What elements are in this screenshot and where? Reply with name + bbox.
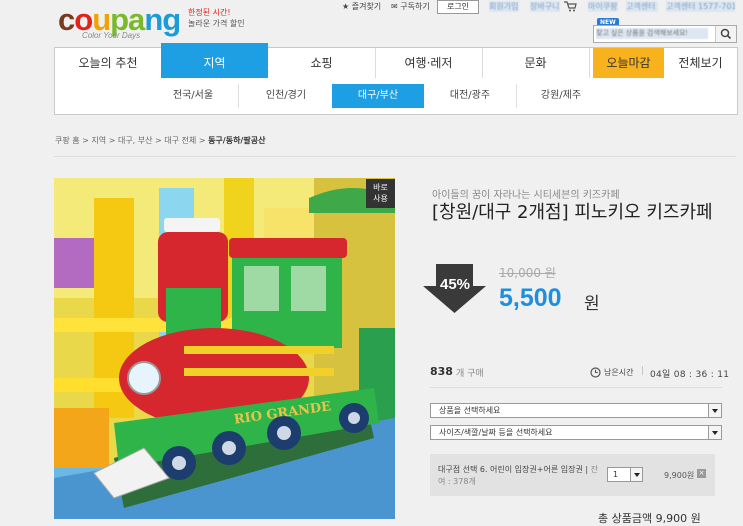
tab-region[interactable]: 지역 <box>161 43 268 78</box>
breadcrumb-home[interactable]: 쿠팡 홈 <box>55 136 80 145</box>
chevron-down-icon <box>708 426 721 439</box>
sold-count: 838 <box>430 365 453 378</box>
tab-today-recommend[interactable]: 오늘의 추천 <box>55 48 162 78</box>
time-left-value: 04일 08 : 36 : 11 <box>650 370 730 380</box>
breadcrumb-current: 동구/동하/팔공산 <box>208 136 266 145</box>
product-image: RIO GRANDE <box>54 178 395 519</box>
breadcrumb-separator: > <box>82 136 89 145</box>
tab-travel-leisure[interactable]: 여행·레저 <box>375 48 483 78</box>
favorite-label: 즐겨찾기 <box>351 2 382 11</box>
divider <box>54 156 736 157</box>
product-subtitle: 아이들의 꿈이 자라나는 시티세븐의 키즈카페 <box>432 190 620 201</box>
badge-line2: 사용 <box>373 194 388 203</box>
breadcrumb-daegu-all[interactable]: 대구 전체 <box>164 136 196 145</box>
breadcrumb-daegu-busan[interactable]: 대구, 부산 <box>118 136 153 145</box>
main-nav: 오늘의 추천 지역 쇼핑 여행·레저 문화 오늘마감 전체보기 <box>54 43 738 79</box>
price-unit: 원 <box>584 294 600 314</box>
total-price: 총 상품금액 9,900 원 <box>598 512 701 525</box>
breadcrumb-region[interactable]: 지역 <box>91 136 106 145</box>
coupang-logo[interactable]: coupang <box>58 4 181 35</box>
subscribe-link[interactable]: ✉ 구독하기 <box>391 1 430 12</box>
instant-use-badge: 바로 사용 <box>366 179 395 208</box>
tagline-line2: 놀라운 가격 할인 <box>188 19 245 28</box>
favorite-link[interactable]: ★ 즐겨찾기 <box>342 1 381 12</box>
discount-rate: 45% <box>439 276 471 293</box>
cart-link[interactable]: 장바구니 <box>530 1 560 12</box>
clock-icon <box>590 367 601 378</box>
product-title: [창원/대구 2개점] 피노키오 키즈카페 <box>432 202 713 223</box>
subtab-daegu-busan[interactable]: 대구/부산 <box>332 84 424 108</box>
customer-phone-link[interactable]: 고객센터 1577-7011 <box>666 1 735 12</box>
tab-shopping[interactable]: 쇼핑 <box>268 48 376 78</box>
quantity-value: 1 <box>613 470 619 479</box>
tab-view-all[interactable]: 전체보기 <box>664 48 737 78</box>
breadcrumb: 쿠팡 홈 > 지역 > 대구, 부산 > 대구 전체 > 동구/동하/팔공산 <box>55 135 265 146</box>
logo-slogan: Color Your Days <box>82 31 141 40</box>
mail-icon: ✉ <box>391 2 398 11</box>
selected-option-name: 대구점 선택 6. 어린이 입장권+어른 입장권 | 잔여 : 378개 <box>438 464 600 488</box>
option-name-text: 대구점 선택 6. 어린이 입장권+어른 입장권 | <box>438 465 589 474</box>
subscribe-label: 구독하기 <box>400 2 430 11</box>
chevron-down-icon <box>630 468 642 481</box>
tab-closing-today[interactable]: 오늘마감 <box>593 48 664 78</box>
subtab-daejeon-gwangju[interactable]: 대전/광주 <box>424 84 517 108</box>
subtab-incheon-gyeonggi[interactable]: 인천/경기 <box>240 84 333 108</box>
search-icon <box>720 28 732 40</box>
sale-price: 5,500 <box>499 284 562 312</box>
option-price: 9,900원 <box>664 471 695 480</box>
badge-line1: 바로 <box>373 183 388 192</box>
breadcrumb-separator: > <box>108 136 116 145</box>
search-input[interactable] <box>596 28 708 39</box>
tagline: 한정된 시간! 놀라운 가격 할인 <box>188 7 245 29</box>
breadcrumb-separator: > <box>198 136 206 145</box>
time-left-label: 남은시간 <box>604 368 634 377</box>
signup-link[interactable]: 회원가입 <box>489 1 519 12</box>
star-icon: ★ <box>342 2 350 11</box>
mycoupang-link[interactable]: 마이쿠팡 <box>588 1 618 12</box>
product-select[interactable]: 상품을 선택하세요 <box>430 403 722 418</box>
time-separator: | <box>641 366 645 376</box>
option-select-value: 사이즈/색깔/날짜 등을 선택하세요 <box>439 428 553 437</box>
subtab-gangwon-jeju[interactable]: 강원/제주 <box>516 84 606 108</box>
quantity-select[interactable]: 1 <box>607 467 643 482</box>
search-button[interactable] <box>715 26 736 42</box>
region-subnav: 전국/서울 인천/경기 대구/부산 대전/광주 강원/제주 <box>54 78 738 115</box>
customer-center-link[interactable]: 고객센터 <box>626 1 658 12</box>
divider <box>430 387 722 388</box>
cart-icon[interactable] <box>564 1 577 12</box>
option-select[interactable]: 사이즈/색깔/날짜 등을 선택하세요 <box>430 425 722 440</box>
product-select-value: 상품을 선택하세요 <box>439 406 501 415</box>
train-illustration: RIO GRANDE <box>54 178 395 519</box>
login-button[interactable]: 로그인 <box>437 0 479 14</box>
sold-label: 개 구매 <box>456 369 484 379</box>
tab-culture[interactable]: 문화 <box>482 48 590 78</box>
breadcrumb-separator: > <box>155 136 162 145</box>
subtab-nationwide-seoul[interactable]: 전국/서울 <box>148 84 239 108</box>
search-box <box>593 25 737 43</box>
chevron-down-icon <box>708 404 721 417</box>
tagline-line1: 한정된 시간! <box>188 8 231 17</box>
remove-option-icon[interactable]: × <box>697 469 706 478</box>
original-price: 10,000 원 <box>499 266 556 280</box>
